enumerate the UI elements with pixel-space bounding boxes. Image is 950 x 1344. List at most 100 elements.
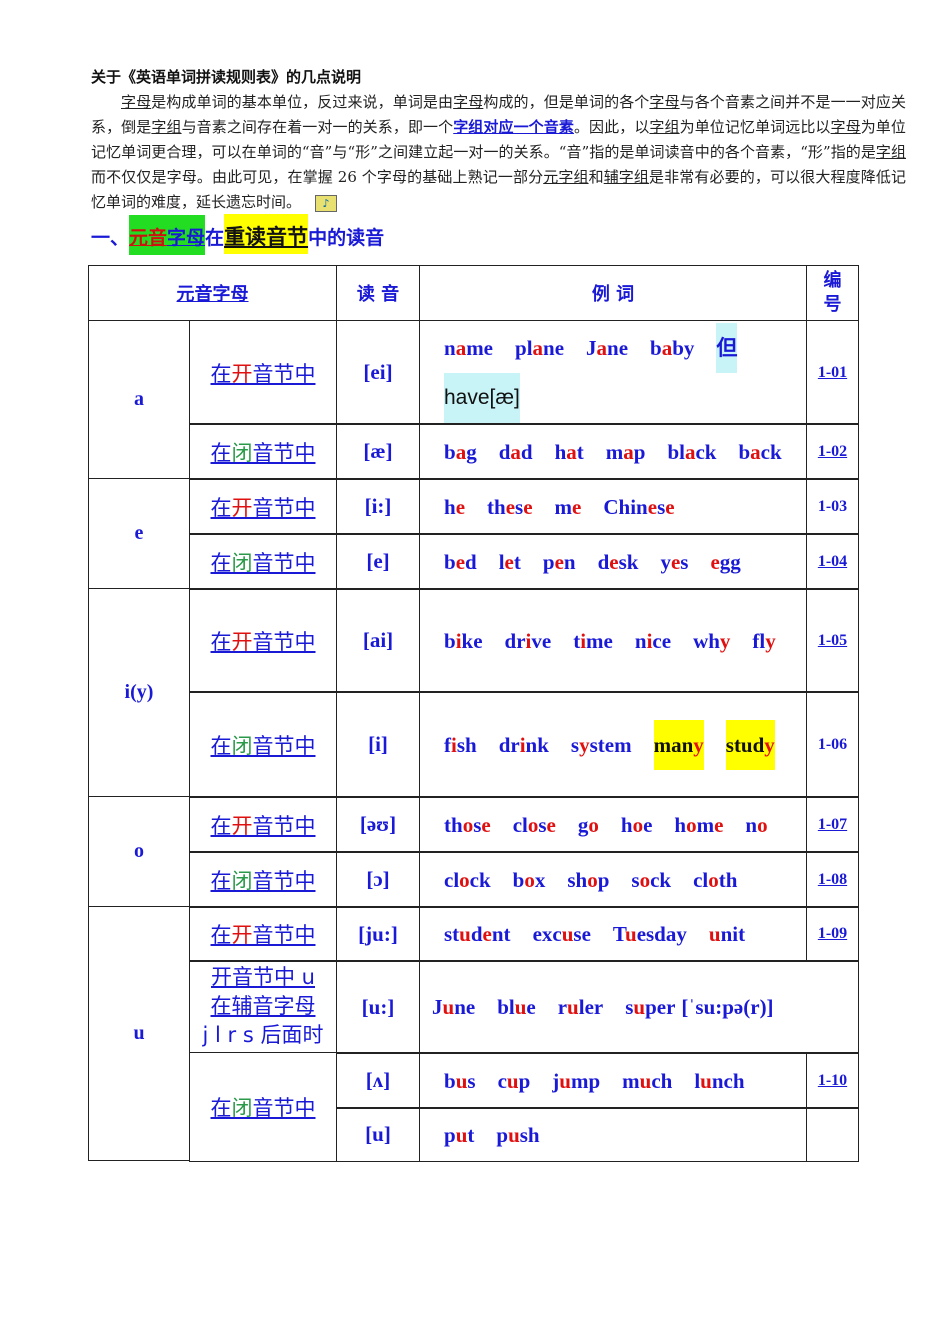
letter-e: e	[88, 478, 190, 589]
highlighted-letters: a	[661, 335, 673, 360]
underlined-term: 字组	[875, 143, 906, 161]
example-word: hat	[554, 439, 584, 464]
example-word: why	[693, 628, 731, 653]
example-words: bus cup jump much lunch	[419, 1052, 807, 1109]
highlighted-letters: e	[505, 494, 516, 519]
condition-open-syllable[interactable]: 在开音节中	[189, 320, 337, 425]
highlighted-letters: y	[764, 732, 775, 757]
paragraph-text: 和	[588, 168, 604, 186]
rule-number-link[interactable]: 1-10	[806, 1052, 859, 1109]
condition-text: 开	[231, 629, 253, 654]
condition-closed-syllable[interactable]: 在闭音节中	[189, 851, 337, 908]
condition-text: 在	[210, 440, 232, 465]
condition-special[interactable]: 开音节中 u 在辅音字母 j l r s 后面时	[189, 960, 337, 1053]
condition-text: 在	[210, 629, 232, 654]
condition-text: 音节中	[252, 1096, 316, 1120]
highlighted-letters: y	[719, 628, 731, 653]
highlighted-letters: e	[481, 812, 491, 837]
phonetic-symbol: [əʊ]	[336, 796, 420, 853]
rule-number-link[interactable]	[806, 1107, 859, 1162]
example-word: shop	[567, 867, 610, 892]
rule-number-link[interactable]: 1-06	[806, 691, 859, 798]
underlined-term[interactable]: 字组对应一个音素	[453, 118, 574, 136]
condition-closed-syllable[interactable]: 在闭音节中	[189, 423, 337, 480]
phonetic-symbol: [ɔ]	[336, 851, 420, 908]
rule-number-link[interactable]: 1-03	[806, 478, 859, 535]
condition-text: 在	[210, 361, 232, 386]
highlighted-letters: a	[566, 439, 577, 464]
highlighted-letters: e	[670, 549, 681, 574]
highlighted-letters: e	[710, 549, 720, 574]
phonetic-symbol: [æ]	[336, 423, 420, 480]
example-words: those close go hoe home no	[419, 796, 807, 853]
highlighted-letters: u	[639, 1068, 652, 1093]
phonetic-symbol: [e]	[336, 533, 420, 590]
condition-text: 闭	[231, 733, 253, 758]
exception-note: have[æ]	[444, 372, 520, 423]
highlighted-letters: e	[554, 549, 564, 574]
example-word: box	[512, 867, 546, 892]
example-word: bag	[444, 439, 477, 464]
highlighted-letters: i	[455, 628, 462, 653]
rule-number-link[interactable]: 1-01	[806, 320, 859, 425]
rule-number-link[interactable]: 1-04	[806, 533, 859, 590]
rule-number-link[interactable]: 1-02	[806, 423, 859, 480]
highlighted-letters: u	[442, 995, 455, 1019]
condition-open-syllable[interactable]: 在开音节中	[189, 906, 337, 962]
condition-open-syllable[interactable]: 在开音节中	[189, 796, 337, 853]
example-word: cup	[497, 1068, 531, 1093]
example-word: me	[554, 494, 582, 519]
highlighted-letters: o	[527, 812, 539, 837]
condition-text: 开	[231, 923, 253, 947]
example-word: back	[738, 439, 782, 464]
letter-i: i(y)	[88, 588, 190, 797]
highlighted-letters: i	[519, 732, 526, 757]
highlighted-letters: e	[714, 812, 724, 837]
phonetic-symbol: [ju:]	[336, 906, 420, 962]
condition-closed-syllable[interactable]: 在闭音节中	[189, 533, 337, 590]
example-word: close	[512, 812, 556, 837]
example-word: jump	[552, 1068, 601, 1093]
header-examples: 例 词	[419, 265, 807, 321]
example-word: study	[725, 719, 775, 770]
example-word: go	[577, 812, 599, 837]
condition-closed-syllable[interactable]: 在闭音节中	[189, 691, 337, 798]
example-word: plane	[515, 335, 565, 360]
condition-text: 音节中	[252, 733, 316, 758]
example-word: push	[496, 1122, 540, 1147]
rule-number-link[interactable]: 1-07	[806, 796, 859, 853]
sound-note-icon[interactable]: ♪	[315, 194, 338, 212]
phonetic-symbol: [u:]	[336, 960, 420, 1054]
example-word: system	[570, 732, 632, 757]
example-word: clock	[444, 867, 491, 892]
condition-open-syllable[interactable]: 在开音节中	[189, 588, 337, 693]
phonetic-symbol: [i]	[336, 691, 420, 798]
highlighted-letters: u	[455, 1122, 468, 1147]
underlined-term: 字母	[830, 118, 861, 136]
rule-number-link[interactable]: 1-08	[806, 851, 859, 908]
highlighted-letters: e	[482, 922, 492, 946]
phonetic-symbol: [ʌ]	[336, 1052, 420, 1109]
highlighted-letters: u	[561, 922, 574, 946]
rule-number-link[interactable]: 1-09	[806, 906, 859, 962]
highlighted-letters: a	[455, 439, 467, 464]
rule-number-link[interactable]: 1-05	[806, 588, 859, 693]
example-word: map	[605, 439, 646, 464]
example-word: many	[653, 719, 704, 770]
highlighted-letters: a	[623, 439, 634, 464]
condition-open-syllable[interactable]: 在开音节中	[189, 478, 337, 535]
highlighted-letters: y	[579, 732, 590, 757]
condition-closed-syllable[interactable]: 在闭音节中	[189, 1052, 337, 1162]
example-word: bike	[444, 628, 483, 653]
example-word: Tuesday	[612, 922, 687, 946]
underlined-term: 辅字组	[603, 168, 650, 186]
highlighted-letters: i	[580, 628, 587, 653]
underlined-term: 字组	[151, 118, 182, 136]
highlighted-letters: a	[455, 335, 467, 360]
example-word: let	[498, 549, 521, 574]
highlighted-letters: u	[633, 995, 646, 1019]
highlighted-letters: u	[700, 1068, 712, 1093]
condition-text: 在	[210, 868, 232, 893]
highlighted-letters: e	[665, 494, 675, 519]
section-heading: 一、元音字母在重读音节中的读音	[91, 214, 384, 255]
